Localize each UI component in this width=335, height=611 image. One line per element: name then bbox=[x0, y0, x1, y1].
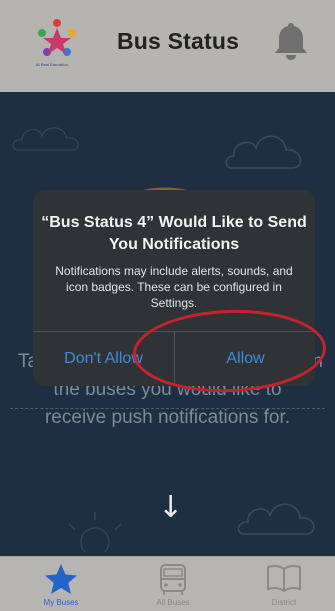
instruction-line-3: receive push notifications for. bbox=[44, 407, 291, 428]
cloud-icon bbox=[12, 127, 79, 151]
cloud-icon bbox=[237, 503, 315, 535]
tab-label: All Buses bbox=[156, 598, 190, 607]
app-logo-icon bbox=[38, 19, 76, 56]
star-icon bbox=[45, 564, 77, 594]
tab-district[interactable]: District bbox=[239, 557, 329, 611]
bell-icon[interactable] bbox=[271, 20, 311, 62]
dialog-message: Notifications may include alerts, sounds… bbox=[55, 264, 293, 310]
phone-screen: Al Real Education Bus Status Ta n the bu… bbox=[0, 0, 335, 611]
logo-caption: Al Real Education bbox=[36, 62, 68, 67]
tab-bar: My Buses All Buses District bbox=[0, 556, 335, 611]
tab-label: My Buses bbox=[43, 598, 79, 607]
down-arrow-icon: ↓ bbox=[158, 490, 184, 525]
cloud-icon bbox=[225, 135, 302, 169]
tab-label: District bbox=[271, 598, 297, 607]
bus-icon bbox=[160, 564, 186, 595]
page-title: Bus Status bbox=[117, 28, 240, 54]
app-header: Al Real Education Bus Status bbox=[0, 0, 335, 92]
tab-all-buses[interactable]: All Buses bbox=[128, 557, 218, 611]
book-icon bbox=[267, 564, 301, 593]
sun-icon bbox=[68, 512, 122, 552]
tab-my-buses[interactable]: My Buses bbox=[16, 557, 106, 611]
dialog-title: “Bus Status 4” Would Like to Send You No… bbox=[41, 214, 307, 253]
